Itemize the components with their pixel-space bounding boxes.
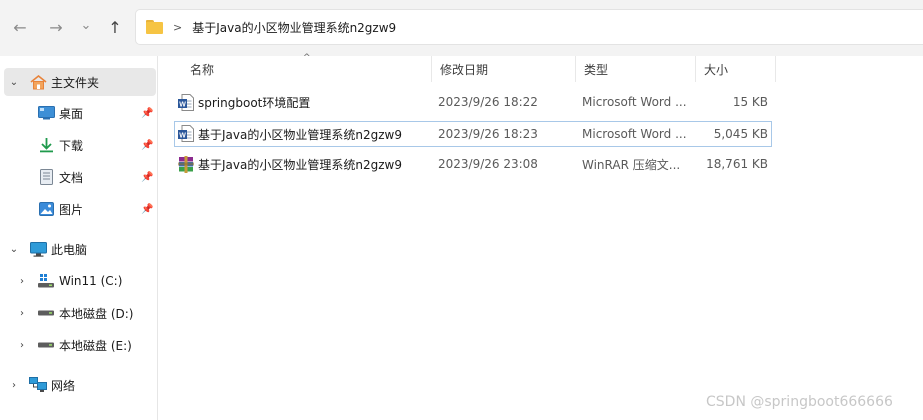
sidebar-item-label: 文档	[59, 170, 84, 185]
chevron-right-icon[interactable]: ›	[16, 340, 28, 351]
sidebar-item-label: 下载	[59, 138, 84, 153]
navigation-bar: ← → ⌄ ↑ > 基于Java的小区物业管理系统n2gzw9	[0, 0, 923, 56]
sidebar-item-label: 本地磁盘 (E:)	[59, 338, 132, 353]
navigation-pane: ⌄ 主文件夹 桌面 📌 下载 📌 文档 📌 图片 📌 ⌄ 此电脑 › Win11…	[0, 56, 158, 420]
file-date: 2023/9/26 23:08	[438, 157, 538, 171]
sidebar-item-label: 主文件夹	[51, 75, 100, 90]
folder-icon	[146, 20, 163, 34]
hard-drive-icon	[37, 337, 55, 353]
sidebar-item-drive-d[interactable]: › 本地磁盘 (D:)	[4, 299, 156, 327]
column-header-label: 大小	[704, 62, 729, 77]
pin-icon[interactable]: 📌	[141, 108, 153, 119]
sidebar-item-home[interactable]: ⌄ 主文件夹	[4, 68, 156, 96]
forward-button[interactable]: →	[44, 14, 68, 40]
computer-icon	[29, 241, 47, 257]
file-type: Microsoft Word ...	[582, 95, 687, 109]
file-date: 2023/9/26 18:22	[438, 95, 538, 109]
svg-text:W: W	[179, 132, 186, 139]
file-type: Microsoft Word ...	[582, 127, 687, 141]
sidebar-item-drive-e[interactable]: › 本地磁盘 (E:)	[4, 331, 156, 359]
file-size: 18,761 KB	[706, 157, 768, 171]
column-header-label: 名称	[190, 62, 215, 77]
file-name: springboot环境配置	[198, 95, 311, 110]
pin-icon[interactable]: 📌	[141, 140, 153, 151]
forward-arrow-icon: →	[49, 17, 63, 37]
file-name: 基于Java的小区物业管理系统n2gzw9	[198, 157, 402, 172]
column-header-type[interactable]: 类型	[576, 56, 696, 82]
chevron-right-icon[interactable]: ›	[8, 380, 20, 391]
column-header-name[interactable]: 名称	[182, 56, 432, 82]
file-row[interactable]: W 基于Java的小区物业管理系统n2gzw9 2023/9/26 18:23 …	[174, 121, 772, 147]
pin-icon[interactable]: 📌	[141, 204, 153, 215]
sidebar-item-downloads[interactable]: 下载 📌	[4, 131, 156, 159]
column-header-label: 修改日期	[440, 62, 489, 77]
sidebar-item-label: 此电脑	[51, 242, 88, 257]
sidebar-item-label: 图片	[59, 202, 84, 217]
address-bar[interactable]: > 基于Java的小区物业管理系统n2gzw9	[135, 9, 923, 45]
column-header-label: 类型	[584, 62, 609, 77]
sidebar-item-label: 网络	[51, 378, 76, 393]
home-icon	[29, 74, 47, 90]
sidebar-item-label: Win11 (C:)	[59, 274, 123, 288]
file-size: 5,045 KB	[713, 127, 768, 141]
sidebar-item-pictures[interactable]: 图片 📌	[4, 195, 156, 223]
sidebar-item-drive-c[interactable]: › Win11 (C:)	[4, 267, 156, 295]
chevron-right-icon[interactable]: ›	[16, 308, 28, 319]
sidebar-item-this-pc[interactable]: ⌄ 此电脑	[4, 235, 156, 263]
hard-drive-icon	[37, 305, 55, 321]
column-header-row: ^ 名称 修改日期 类型 大小	[176, 53, 776, 82]
pin-icon[interactable]: 📌	[141, 172, 153, 183]
recent-locations-button[interactable]: ⌄	[74, 12, 98, 38]
picture-icon	[37, 201, 55, 217]
sidebar-item-label: 桌面	[59, 106, 84, 121]
file-type: WinRAR 压缩文...	[582, 157, 681, 172]
sidebar-item-desktop[interactable]: 桌面 📌	[4, 99, 156, 127]
download-icon	[37, 137, 55, 153]
back-arrow-icon: ←	[13, 17, 27, 37]
word-doc-icon: W	[178, 125, 194, 142]
file-row[interactable]: W springboot环境配置 2023/9/26 18:22 Microso…	[174, 90, 772, 116]
breadcrumb-chevron-icon[interactable]: >	[173, 21, 182, 34]
winrar-archive-icon	[178, 156, 194, 173]
chevron-down-icon: ⌄	[80, 17, 92, 33]
file-name: 基于Java的小区物业管理系统n2gzw9	[198, 127, 402, 142]
file-row[interactable]: 基于Java的小区物业管理系统n2gzw9 2023/9/26 23:08 Wi…	[174, 152, 772, 178]
desktop-icon	[37, 105, 55, 121]
network-icon	[29, 377, 47, 393]
sidebar-item-documents[interactable]: 文档 📌	[4, 163, 156, 191]
sidebar-item-label: 本地磁盘 (D:)	[59, 306, 134, 321]
back-button[interactable]: ←	[8, 14, 32, 40]
up-button[interactable]: ↑	[103, 14, 127, 40]
column-header-date[interactable]: 修改日期	[432, 56, 576, 82]
svg-text:W: W	[179, 101, 186, 108]
column-header-size[interactable]: 大小	[696, 56, 776, 82]
document-icon	[37, 169, 55, 185]
up-arrow-icon: ↑	[108, 17, 122, 37]
chevron-right-icon[interactable]: ›	[16, 276, 28, 287]
watermark: CSDN @springboot666666	[706, 394, 893, 410]
file-date: 2023/9/26 18:23	[438, 127, 538, 141]
breadcrumb-current-folder[interactable]: 基于Java的小区物业管理系统n2gzw9	[192, 19, 396, 36]
word-doc-icon: W	[178, 94, 194, 111]
file-size: 15 KB	[732, 95, 768, 109]
chevron-down-icon[interactable]: ⌄	[8, 77, 20, 88]
chevron-down-icon[interactable]: ⌄	[8, 244, 20, 255]
windows-drive-icon	[37, 273, 55, 289]
sidebar-item-network[interactable]: › 网络	[4, 371, 156, 399]
